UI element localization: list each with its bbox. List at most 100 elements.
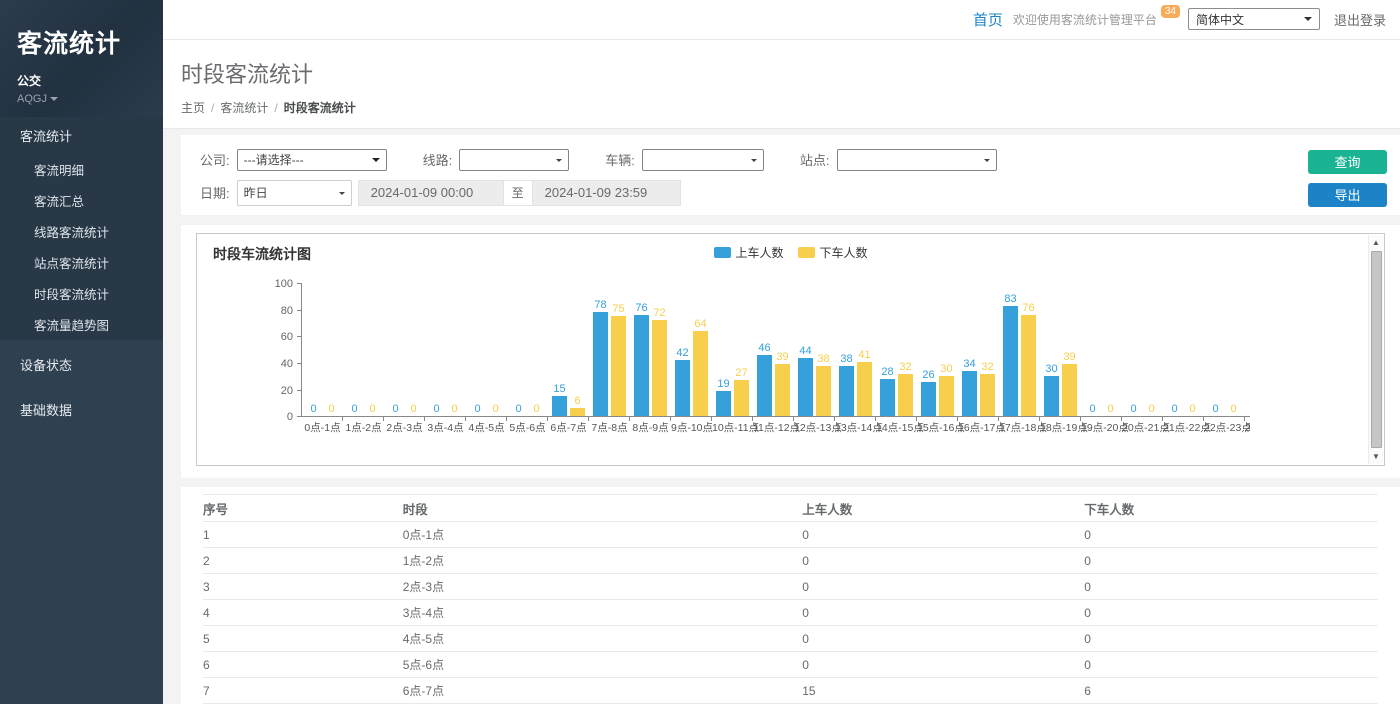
chart-category-group: 00	[425, 284, 466, 416]
home-link[interactable]: 首页	[973, 9, 1003, 30]
bar-value-label: 30	[1045, 363, 1057, 375]
table-cell: 1	[203, 522, 403, 548]
caret-down-icon	[50, 97, 58, 105]
bar-value-label: 0	[1130, 403, 1136, 415]
chart-category-group: 4264	[671, 284, 712, 416]
chart-panel: 时段车流统计图 上车人数下车人数 020406080100 0000000000…	[181, 225, 1400, 478]
sidebar-subitem-客流汇总[interactable]: 客流汇总	[0, 185, 163, 216]
chart-category-group: 4639	[753, 284, 794, 416]
bar-value-label: 0	[351, 403, 357, 415]
menu-section: 设备状态	[0, 344, 163, 385]
plot-area: 0000000000001567875767242641927463944383…	[302, 284, 1250, 435]
bar-value-label: 0	[328, 403, 334, 415]
sidebar-subitem-时段客流统计[interactable]: 时段客流统计	[0, 278, 163, 309]
chevron-down-icon	[556, 159, 562, 165]
chart-category-group: 00	[507, 284, 548, 416]
bar-value-label: 76	[1022, 302, 1034, 314]
x-axis-label: 0点-1点	[302, 417, 343, 435]
table-cell: 0	[802, 600, 1084, 626]
vehicle-label: 车辆:	[605, 150, 635, 169]
bar-value-label: 0	[433, 403, 439, 415]
table-row: 43点-4点00	[203, 600, 1378, 626]
bar-value-label: 0	[451, 403, 457, 415]
table-header-上车人数: 上车人数	[802, 495, 1084, 522]
line-label: 线路:	[423, 150, 453, 169]
table-cell: 2	[203, 548, 403, 574]
chart-category-group: 00	[466, 284, 507, 416]
table-cell: 3点-4点	[403, 600, 803, 626]
bar-value-label: 0	[410, 403, 416, 415]
bar-上车人数	[880, 379, 895, 416]
breadcrumb-item[interactable]: 客流统计	[220, 101, 268, 115]
bar-value-label: 0	[1107, 403, 1113, 415]
chart-scrollbar[interactable]: ▲ ▼	[1368, 235, 1383, 464]
sidebar-item-基础数据[interactable]: 基础数据	[0, 389, 163, 430]
sidebar-subitem-线路客流统计[interactable]: 线路客流统计	[0, 216, 163, 247]
line-select[interactable]	[459, 149, 569, 171]
chevron-down-icon	[1304, 17, 1312, 25]
bar-value-label: 0	[1212, 403, 1218, 415]
query-button[interactable]: 查询	[1308, 150, 1387, 174]
chart-container: 时段车流统计图 上车人数下车人数 020406080100 0000000000…	[196, 233, 1385, 466]
x-axis-label: 20点-21点	[1122, 417, 1163, 435]
table-cell: 0	[802, 522, 1084, 548]
date-preset-select[interactable]: 昨日	[237, 180, 352, 206]
sidebar-item-客流统计[interactable]: 客流统计	[0, 117, 163, 154]
chart-category-group: 00	[384, 284, 425, 416]
company-select[interactable]: ---请选择---	[237, 149, 387, 171]
x-axis-label: 19点-20点	[1081, 417, 1122, 435]
table-cell: 6	[1084, 678, 1378, 704]
export-button[interactable]: 导出	[1308, 183, 1387, 207]
sidebar-subitem-客流量趋势图[interactable]: 客流量趋势图	[0, 309, 163, 340]
breadcrumb-item[interactable]: 主页	[181, 101, 205, 115]
scroll-up-arrow-icon[interactable]: ▲	[1369, 235, 1384, 250]
x-axis-label: 4点-5点	[466, 417, 507, 435]
data-table-panel: 序号时段上车人数下车人数 10点-1点0021点-2点0032点-3点0043点…	[181, 487, 1400, 704]
bar-value-label: 19	[717, 378, 729, 390]
sidebar-item-设备状态[interactable]: 设备状态	[0, 344, 163, 385]
table-row: 54点-5点00	[203, 626, 1378, 652]
legend-item-上车人数[interactable]: 上车人数	[713, 244, 783, 261]
sidebar-subitem-站点客流统计[interactable]: 站点客流统计	[0, 247, 163, 278]
table-cell: 0	[1084, 574, 1378, 600]
scroll-down-arrow-icon[interactable]: ▼	[1369, 449, 1384, 464]
chart-category-group: 8376	[999, 284, 1040, 416]
chart-category-group: 7875	[589, 284, 630, 416]
menu-section: 基础数据	[0, 389, 163, 430]
language-select[interactable]: 简体中文	[1188, 8, 1320, 30]
table-cell: 5点-6点	[403, 652, 803, 678]
bar-value-label: 30	[940, 363, 952, 375]
chevron-down-icon	[372, 158, 380, 166]
y-axis-tick-label: 60	[281, 331, 293, 343]
bar-下车人数	[734, 380, 749, 416]
chart-category-group: 00	[302, 284, 343, 416]
date-start-input[interactable]: 2024-01-09 00:00	[358, 180, 504, 206]
table-cell: 15	[802, 678, 1084, 704]
org-code-dropdown[interactable]: AQGJ	[17, 93, 163, 105]
x-axis-label: 22点-23点	[1204, 417, 1245, 435]
x-axis-label: 17点-18点	[999, 417, 1040, 435]
logout-link[interactable]: 退出登录	[1334, 10, 1386, 29]
table-cell: 0	[1084, 522, 1378, 548]
x-axis-label: 8点-9点	[630, 417, 671, 435]
bar-上车人数	[798, 358, 813, 417]
bar-上车人数	[757, 355, 772, 416]
sidebar-subitem-客流明细[interactable]: 客流明细	[0, 154, 163, 185]
table-row: 21点-2点00	[203, 548, 1378, 574]
station-select[interactable]	[837, 149, 997, 171]
welcome-text: 欢迎使用客流统计管理平台	[1013, 11, 1157, 28]
table-row: 65点-6点00	[203, 652, 1378, 678]
x-axis-label: 15点-16点	[917, 417, 958, 435]
bar-value-label: 0	[492, 403, 498, 415]
table-cell: 6点-7点	[403, 678, 803, 704]
vehicle-select[interactable]	[642, 149, 764, 171]
bar-下车人数	[775, 364, 790, 416]
scrollbar-thumb[interactable]	[1371, 251, 1382, 448]
date-end-input[interactable]: 2024-01-09 23:59	[532, 180, 681, 206]
table-row: 10点-1点00	[203, 522, 1378, 548]
chart-category-group: 00	[1122, 284, 1163, 416]
legend-item-下车人数[interactable]: 下车人数	[798, 244, 868, 261]
bar-value-label: 0	[515, 403, 521, 415]
table-header-序号: 序号	[203, 495, 403, 522]
notification-badge[interactable]: 34	[1161, 5, 1180, 18]
